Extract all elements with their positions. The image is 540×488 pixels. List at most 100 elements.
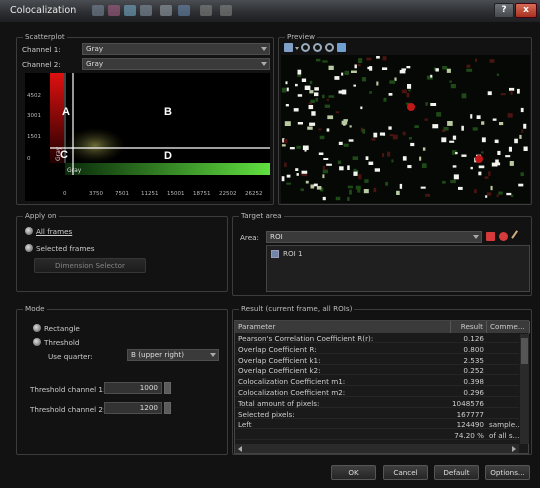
preview-spot — [505, 155, 511, 158]
preview-spot — [453, 174, 459, 180]
preview-spot — [343, 143, 349, 147]
scatterplot-canvas[interactable]: A B C D Gray Gray 4502 3001 1501 0 0 3750 750… — [25, 73, 270, 201]
area-select[interactable]: ROI — [266, 231, 482, 243]
preview-spot — [365, 156, 369, 160]
x-tick-label: 7501 — [115, 191, 129, 197]
zoom-out-icon[interactable] — [301, 43, 310, 52]
all-frames-radio[interactable] — [25, 227, 33, 235]
preview-spot — [308, 105, 314, 110]
preview-spot — [286, 182, 291, 185]
preview-spot — [407, 103, 415, 111]
preview-spot — [296, 173, 299, 176]
target-area-group-label: Target area — [239, 211, 284, 220]
table-row[interactable]: Overlap Coefficient k1: 2.535 — [235, 356, 519, 365]
dimension-selector-button[interactable]: Dimension Selector — [34, 258, 146, 273]
roi-list[interactable]: ROI 1 — [266, 245, 530, 292]
all-frames-label[interactable]: All frames — [36, 227, 72, 236]
fullscreen-icon[interactable] — [337, 43, 346, 52]
result-cell: 1048576 — [451, 398, 484, 408]
roi-rectangle-icon[interactable] — [486, 232, 495, 241]
rectangle-radio[interactable] — [33, 324, 41, 332]
table-row[interactable]: Overlap Coefficient R: 0.800 — [235, 345, 519, 354]
channel2-select[interactable]: Gray — [82, 58, 270, 70]
preview-spot — [478, 165, 485, 169]
threshold-radio[interactable] — [33, 338, 41, 346]
threshold1-stepper[interactable] — [164, 382, 171, 394]
preview-spot — [402, 156, 407, 161]
preview-spot — [351, 70, 357, 73]
preview-spot — [285, 104, 289, 107]
column-header-parameter[interactable]: Parameter — [235, 321, 451, 333]
preview-spot — [478, 171, 482, 176]
preview-spot — [382, 56, 387, 61]
threshold2-stepper[interactable] — [164, 402, 171, 414]
options-button[interactable]: Options... — [485, 465, 530, 480]
table-row[interactable]: Overlap Coefficient k2: 0.252 — [235, 366, 519, 376]
rectangle-label[interactable]: Rectangle — [44, 324, 80, 333]
table-row[interactable]: Selected pixels: 167777 — [235, 410, 519, 419]
ok-button[interactable]: OK — [331, 465, 376, 480]
fit-icon[interactable] — [284, 43, 293, 52]
column-header-comment[interactable]: Comme... — [487, 321, 530, 333]
scrollbar-thumb[interactable] — [521, 338, 528, 364]
preview-spot — [466, 64, 471, 68]
table-row[interactable]: Pearson's Correlation Coefficient R(r): 0… — [235, 334, 519, 343]
preview-spot — [360, 106, 363, 110]
result-cell: 124490 — [456, 420, 484, 430]
point-cloud — [65, 128, 125, 163]
help-button[interactable]: ? — [494, 3, 514, 18]
selected-frames-label[interactable]: Selected frames — [36, 244, 95, 253]
chevron-down-icon[interactable] — [295, 47, 299, 50]
preview-spot — [319, 135, 325, 140]
roi-checkbox[interactable] — [271, 250, 279, 258]
roi-item-label[interactable]: ROI 1 — [283, 249, 303, 258]
channel1-select[interactable]: Gray — [82, 43, 270, 55]
selected-frames-radio[interactable] — [25, 244, 33, 252]
threshold-label[interactable]: Threshold — [44, 338, 79, 347]
preview-spot — [490, 185, 493, 191]
result-table[interactable]: Parameter Result Comme... Pearson's Corr… — [234, 320, 530, 454]
preview-spot — [407, 84, 412, 89]
preview-spot — [446, 68, 451, 73]
threshold2-input[interactable]: 1200 — [104, 402, 162, 414]
cancel-button[interactable]: Cancel — [383, 465, 428, 480]
default-button[interactable]: Default — [434, 465, 479, 480]
table-row[interactable]: Colocalization Coefficient m1: 0.398 — [235, 377, 519, 387]
preview-spot — [347, 185, 353, 189]
preview-spot — [461, 125, 464, 131]
preview-spot — [328, 65, 334, 70]
table-row[interactable]: 74.20 % of all s... — [235, 431, 520, 441]
title-bar[interactable]: Colocalization ? x — [0, 0, 540, 22]
preview-image[interactable] — [281, 55, 530, 203]
column-header-result[interactable]: Result — [451, 321, 487, 333]
table-row[interactable]: Total amount of pixels: 1048576 — [235, 399, 519, 408]
area-value: ROI — [270, 232, 283, 241]
scatterplot-svg[interactable]: A B C D Gray Gray 4502300115010 0 3750 750… — [25, 73, 270, 201]
zoom-in-icon[interactable] — [313, 43, 322, 52]
preview-spot — [376, 81, 379, 86]
scroll-right-icon[interactable] — [512, 446, 516, 452]
preview-spot — [361, 77, 367, 82]
preview-spot — [489, 59, 495, 63]
preview-spot — [470, 114, 473, 119]
preview-spot — [349, 189, 352, 195]
preview-spot — [373, 132, 378, 138]
table-row[interactable]: Colocalization Coefficient m2: 0.296 — [235, 388, 519, 397]
result-cell: 0.126 — [463, 334, 484, 343]
table-row[interactable]: Left 124490 sample... — [235, 420, 522, 430]
preview-spot — [443, 127, 449, 131]
zoom-fit-icon[interactable] — [325, 43, 334, 52]
x-tick-label: 11251 — [141, 191, 159, 197]
result-cell: 74.20 % — [454, 431, 484, 441]
use-quarter-select[interactable]: B (upper right) — [127, 349, 219, 361]
close-button[interactable]: x — [515, 3, 537, 18]
vertical-scrollbar[interactable] — [520, 334, 529, 444]
preview-spot — [475, 155, 483, 163]
scroll-left-icon[interactable] — [238, 446, 242, 452]
toolbar-icon — [160, 5, 172, 16]
result-group-label: Result (current frame, all ROIs) — [239, 304, 355, 313]
horizontal-scrollbar[interactable] — [235, 444, 519, 453]
x-tick-label: 3750 — [89, 191, 103, 197]
roi-ellipse-icon[interactable] — [499, 232, 508, 241]
threshold1-input[interactable]: 1000 — [104, 382, 162, 394]
